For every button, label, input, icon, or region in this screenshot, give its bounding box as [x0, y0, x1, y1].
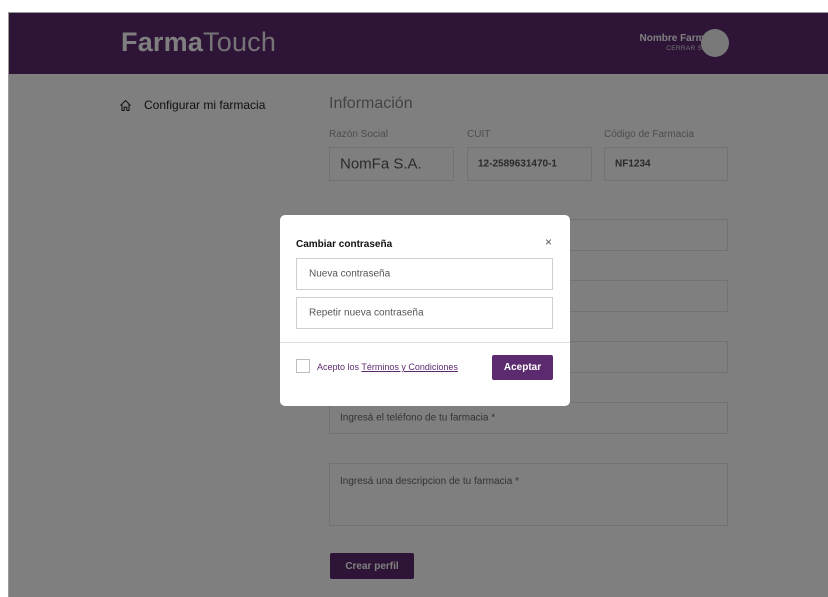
- terms-prefix: Acepto los: [317, 362, 362, 372]
- terms-link[interactable]: Términos y Condiciones: [361, 362, 458, 372]
- new-password-input[interactable]: Nueva contraseña: [296, 258, 553, 290]
- repeat-password-input[interactable]: Repetir nueva contraseña: [296, 297, 553, 329]
- accept-button[interactable]: Aceptar: [492, 355, 553, 380]
- close-icon[interactable]: ×: [545, 235, 552, 249]
- page: FarmaTouch Nombre Farmacia CERRAR SESIÓN…: [8, 12, 828, 597]
- terms-label: Acepto los Términos y Condiciones: [317, 362, 458, 372]
- modal-title: Cambiar contraseña: [296, 239, 393, 250]
- new-password-placeholder: Nueva contraseña: [309, 268, 391, 280]
- modal-divider: [280, 342, 570, 343]
- change-password-modal: Cambiar contraseña × Nueva contraseña Re…: [280, 215, 570, 406]
- terms-checkbox[interactable]: [296, 359, 310, 373]
- repeat-password-placeholder: Repetir nueva contraseña: [309, 307, 424, 319]
